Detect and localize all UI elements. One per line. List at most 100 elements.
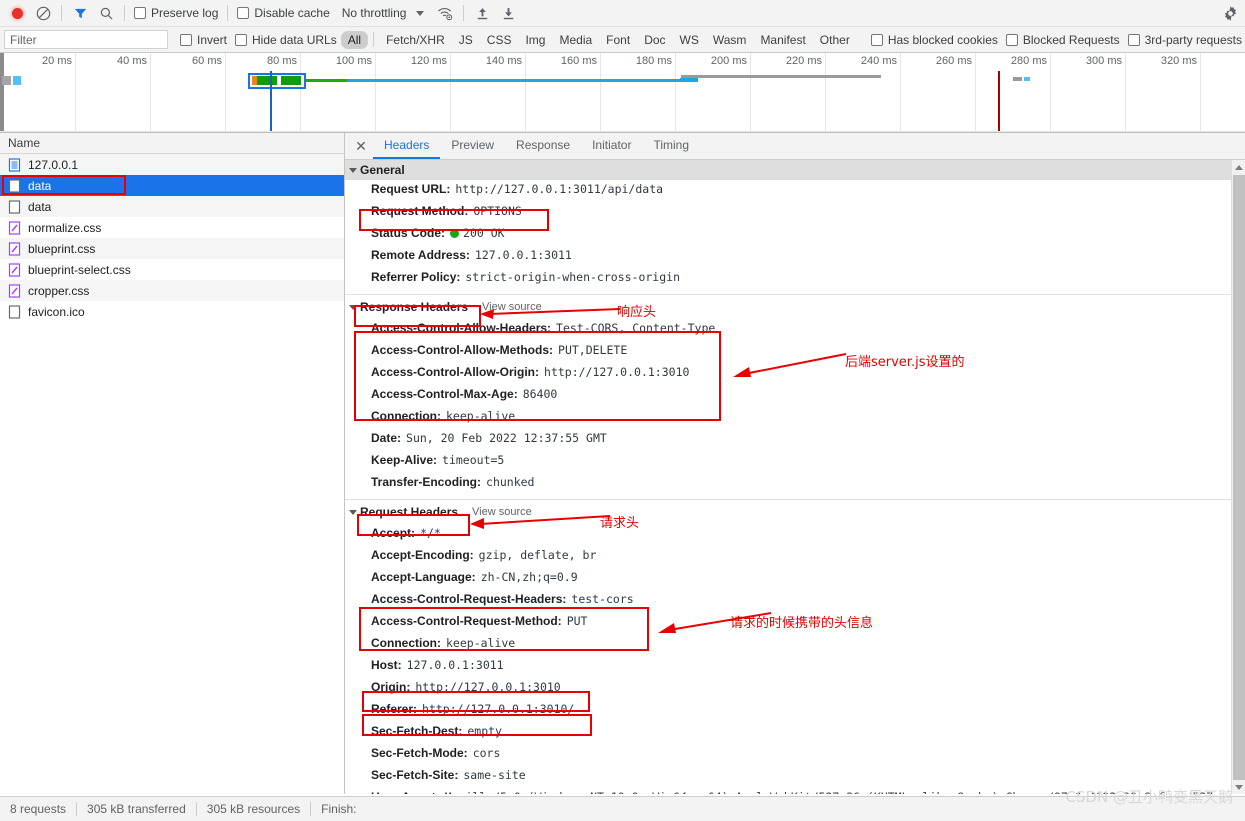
invert-checkbox[interactable]: Invert bbox=[176, 33, 231, 47]
overview-band-blue-line bbox=[347, 79, 697, 82]
header-row: Access-Control-Max-Age: 86400 bbox=[345, 385, 1231, 407]
header-key: Date: bbox=[371, 431, 402, 445]
header-row: Sec-Fetch-Site: same-site bbox=[345, 766, 1231, 788]
timeline-tick-origin bbox=[0, 53, 4, 132]
filter-type-doc[interactable]: Doc bbox=[637, 31, 672, 49]
network-conditions-button[interactable] bbox=[432, 1, 458, 25]
tab-initiator[interactable]: Initiator bbox=[581, 133, 642, 159]
filter-type-manifest[interactable]: Manifest bbox=[753, 31, 812, 49]
scroll-up-arrow-icon[interactable] bbox=[1232, 160, 1245, 174]
response-headers-section-header[interactable]: Response Headers View source bbox=[345, 295, 1231, 319]
chevron-down-icon[interactable] bbox=[416, 10, 425, 16]
throttling-select[interactable]: No throttling bbox=[342, 6, 407, 20]
scroll-down-arrow-icon[interactable] bbox=[1232, 780, 1245, 794]
timeline-tick: 200 ms bbox=[711, 53, 751, 132]
request-row[interactable]: normalize.css bbox=[0, 217, 344, 238]
devtools-settings-button[interactable] bbox=[1222, 5, 1239, 25]
timeline-tick-label: 120 ms bbox=[410, 55, 447, 67]
network-overview-timeline[interactable]: 20 ms 40 ms 60 ms 80 ms 100 ms 120 ms 140 ms 16… bbox=[0, 53, 1245, 133]
third-party-requests-label: 3rd-party requests bbox=[1144, 32, 1242, 47]
filter-type-img[interactable]: Img bbox=[518, 31, 552, 49]
headers-pane[interactable]: General Request URL: http://127.0.0.1:301… bbox=[345, 160, 1245, 794]
disable-cache-checkbox[interactable]: Disable cache bbox=[233, 6, 333, 20]
timeline-tick-label: 100 ms bbox=[335, 55, 372, 67]
timeline-ruler: 20 ms 40 ms 60 ms 80 ms 100 ms 120 ms 140 ms 16… bbox=[0, 53, 1245, 132]
header-value: cors bbox=[472, 746, 501, 760]
general-section-header[interactable]: General bbox=[345, 160, 1231, 180]
hide-data-urls-checkbox[interactable]: Hide data URLs bbox=[231, 33, 341, 47]
import-har-button[interactable] bbox=[469, 1, 495, 25]
filter-input[interactable] bbox=[4, 30, 168, 49]
filter-type-css[interactable]: CSS bbox=[480, 31, 519, 49]
filter-type-js[interactable]: JS bbox=[452, 31, 480, 49]
header-value: http://127.0.0.1:3010 bbox=[544, 365, 690, 379]
timeline-tick: 140 ms bbox=[486, 53, 526, 132]
timeline-tick: 100 ms bbox=[336, 53, 376, 132]
column-header-name: Name bbox=[8, 136, 41, 150]
blocked-requests-checkbox[interactable]: Blocked Requests bbox=[1002, 33, 1124, 47]
header-value: 127.0.0.1:3011 bbox=[406, 658, 504, 672]
close-x-icon[interactable]: ✕ bbox=[349, 133, 373, 159]
request-row[interactable]: 127.0.0.1 bbox=[0, 154, 344, 175]
timeline-tick-label: 300 ms bbox=[1085, 55, 1122, 67]
filter-toggle-button[interactable] bbox=[67, 1, 93, 25]
search-button[interactable] bbox=[93, 1, 119, 25]
tab-response[interactable]: Response bbox=[505, 133, 581, 159]
tab-headers[interactable]: Headers bbox=[373, 133, 441, 159]
request-name: cropper.css bbox=[28, 283, 90, 298]
overview-band-grey-3 bbox=[1013, 77, 1022, 81]
request-list-header[interactable]: Name bbox=[0, 133, 344, 154]
third-party-requests-checkbox[interactable]: 3rd-party requests bbox=[1124, 33, 1245, 47]
request-row[interactable]: blueprint.css bbox=[0, 238, 344, 259]
header-key: Connection: bbox=[371, 636, 441, 650]
overview-band-grey-2 bbox=[856, 75, 881, 78]
header-row: Access-Control-Request-Method: PUT bbox=[345, 612, 1231, 634]
header-key: User-Agent: bbox=[371, 790, 440, 794]
request-row[interactable]: blueprint-select.css bbox=[0, 259, 344, 280]
timeline-tick: 240 ms bbox=[861, 53, 901, 132]
overview-band-doc-2 bbox=[13, 76, 21, 85]
header-value: keep-alive bbox=[446, 409, 516, 423]
header-key: Connection: bbox=[371, 409, 441, 423]
filter-type-media[interactable]: Media bbox=[552, 31, 599, 49]
filter-type-font[interactable]: Font bbox=[599, 31, 637, 49]
detail-scrollbar[interactable] bbox=[1231, 160, 1245, 794]
timeline-tick: 120 ms bbox=[411, 53, 451, 132]
has-blocked-cookies-checkbox[interactable]: Has blocked cookies bbox=[867, 33, 1002, 47]
clear-button[interactable] bbox=[30, 1, 56, 25]
tab-timing[interactable]: Timing bbox=[642, 133, 700, 159]
request-row[interactable]: cropper.css bbox=[0, 280, 344, 301]
filter-divider bbox=[373, 32, 375, 47]
network-toolbar: Preserve log Disable cache No throttling bbox=[0, 0, 1245, 27]
filter-type-wasm[interactable]: Wasm bbox=[706, 31, 754, 49]
request-headers-section-header[interactable]: Request Headers View source bbox=[345, 500, 1231, 524]
timeline-tick-label: 140 ms bbox=[485, 55, 522, 67]
request-headers-title: Request Headers bbox=[360, 505, 459, 519]
export-har-button[interactable] bbox=[495, 1, 521, 25]
toolbar-divider-1 bbox=[61, 5, 62, 21]
response-headers-title: Response Headers bbox=[360, 300, 469, 314]
funnel-filter-icon bbox=[74, 8, 86, 18]
header-key: Accept-Encoding: bbox=[371, 548, 474, 562]
overview-band-green-thin bbox=[306, 79, 347, 82]
header-value: 86400 bbox=[522, 387, 558, 401]
request-view-source-link[interactable]: View source bbox=[472, 506, 532, 518]
scrollbar-thumb[interactable] bbox=[1233, 175, 1245, 794]
record-button[interactable] bbox=[4, 1, 30, 25]
filter-type-other[interactable]: Other bbox=[813, 31, 857, 49]
request-row[interactable]: favicon.ico bbox=[0, 301, 344, 322]
request-row[interactable]: data bbox=[0, 196, 344, 217]
filter-type-all[interactable]: All bbox=[340, 30, 369, 49]
invert-label: Invert bbox=[197, 32, 228, 47]
preserve-log-checkbox[interactable]: Preserve log bbox=[130, 6, 222, 20]
general-section-title: General bbox=[360, 163, 405, 177]
clear-no-entry-icon bbox=[36, 6, 50, 20]
detail-tabstrip: ✕ Headers Preview Response Initiator Timing bbox=[345, 133, 1245, 160]
toolbar-divider-2 bbox=[124, 5, 125, 21]
filter-type-fetch-xhr[interactable]: Fetch/XHR bbox=[379, 31, 452, 49]
generic-file-icon bbox=[8, 199, 21, 214]
response-view-source-link[interactable]: View source bbox=[482, 301, 542, 313]
filter-type-ws[interactable]: WS bbox=[673, 31, 706, 49]
tab-preview[interactable]: Preview bbox=[440, 133, 505, 159]
request-row[interactable]: data bbox=[0, 175, 344, 196]
